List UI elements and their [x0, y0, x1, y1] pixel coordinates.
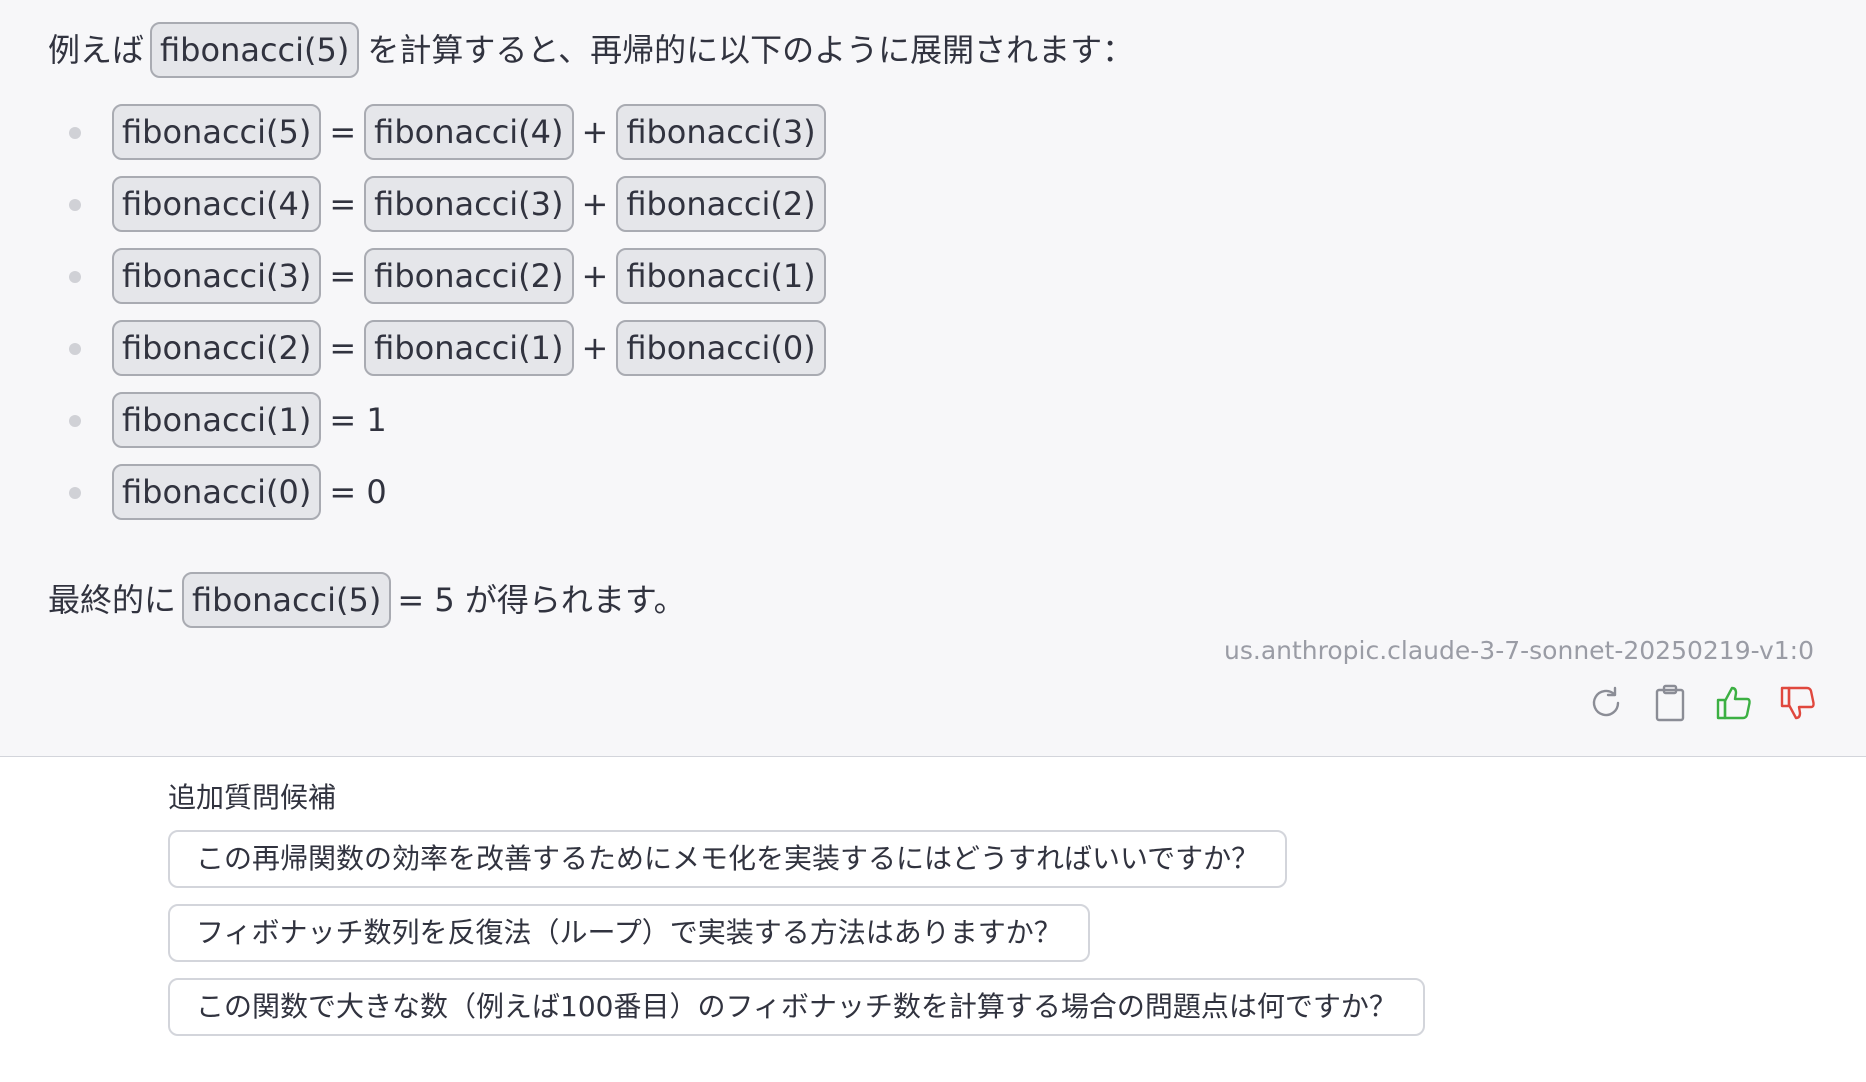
inline-code: fibonacci(3)	[616, 104, 826, 160]
inline-code: fibonacci(4)	[112, 176, 322, 232]
inline-code: fibonacci(0)	[112, 464, 322, 520]
inline-code: fibonacci(5)	[150, 22, 360, 78]
regenerate-button[interactable]	[1586, 682, 1626, 724]
inline-code: fibonacci(1)	[364, 320, 574, 376]
plus-sign: +	[581, 257, 609, 295]
equals-sign: =	[329, 329, 357, 367]
list-item: fibonacci(5) = fibonacci(4) + fibonacci(…	[0, 104, 826, 160]
base-case-value: = 0	[329, 473, 387, 511]
suggestions-list: この再帰関数の効率を改善するためにメモ化を実装するにはどうすればいいですか？ フ…	[168, 830, 1425, 1036]
list-item: fibonacci(4) = fibonacci(3) + fibonacci(…	[0, 176, 826, 232]
inline-code: fibonacci(4)	[364, 104, 574, 160]
list-item: fibonacci(0) = 0	[0, 464, 826, 520]
inline-code: fibonacci(5)	[182, 572, 392, 628]
expansion-list: fibonacci(5) = fibonacci(4) + fibonacci(…	[0, 104, 826, 536]
equals-sign: =	[329, 257, 357, 295]
inline-code: fibonacci(0)	[616, 320, 826, 376]
dislike-button[interactable]	[1778, 682, 1818, 724]
thumbs-down-icon	[1780, 686, 1815, 720]
conclusion-text-before: 最終的に	[48, 581, 177, 619]
intro-line: 例えば fibonacci(5) を計算すると、再帰的に以下のように展開されます…	[48, 22, 1142, 78]
bullet-icon	[69, 487, 81, 499]
inline-code: fibonacci(1)	[112, 392, 322, 448]
refresh-icon	[1592, 686, 1620, 717]
list-item: fibonacci(3) = fibonacci(2) + fibonacci(…	[0, 248, 826, 304]
inline-code: fibonacci(2)	[364, 248, 574, 304]
equals-sign: =	[329, 113, 357, 151]
like-button[interactable]	[1714, 682, 1754, 724]
base-case-value: = 1	[329, 401, 387, 439]
list-item: fibonacci(2) = fibonacci(1) + fibonacci(…	[0, 320, 826, 376]
plus-sign: +	[581, 185, 609, 223]
plus-sign: +	[581, 113, 609, 151]
bullet-icon	[69, 415, 81, 427]
inline-code: fibonacci(2)	[112, 320, 322, 376]
inline-code: fibonacci(3)	[364, 176, 574, 232]
clipboard-icon	[1655, 684, 1685, 722]
intro-text-before: 例えば	[48, 31, 145, 69]
bullet-icon	[69, 271, 81, 283]
suggestion-button[interactable]: この関数で大きな数（例えば100番目）のフィボナッチ数を計算する場合の問題点は何…	[168, 978, 1425, 1036]
copy-button[interactable]	[1650, 682, 1690, 724]
bullet-icon	[69, 199, 81, 211]
plus-sign: +	[581, 329, 609, 367]
conclusion-text-after: = 5 が得られます。	[397, 581, 686, 619]
model-name-label: us.anthropic.claude-3-7-sonnet-20250219-…	[1224, 636, 1814, 665]
bullet-icon	[69, 127, 81, 139]
inline-code: fibonacci(1)	[616, 248, 826, 304]
conclusion-line: 最終的に fibonacci(5) = 5 が得られます。	[48, 572, 692, 628]
bullet-icon	[69, 343, 81, 355]
assistant-message-panel: 例えば fibonacci(5) を計算すると、再帰的に以下のように展開されます…	[0, 0, 1866, 757]
list-item: fibonacci(1) = 1	[0, 392, 826, 448]
inline-code: fibonacci(3)	[112, 248, 322, 304]
equals-sign: =	[329, 185, 357, 223]
message-actions	[1586, 682, 1818, 724]
suggestion-button[interactable]: この再帰関数の効率を改善するためにメモ化を実装するにはどうすればいいですか？	[168, 830, 1288, 888]
inline-code: fibonacci(5)	[112, 104, 322, 160]
intro-text-after: を計算すると、再帰的に以下のように展開されます：	[367, 31, 1135, 69]
inline-code: fibonacci(2)	[616, 176, 826, 232]
suggestions-title: 追加質問候補	[168, 781, 337, 814]
suggestion-button[interactable]: フィボナッチ数列を反復法（ループ）で実装する方法はありますか？	[168, 904, 1090, 962]
thumbs-up-icon	[1716, 686, 1751, 720]
